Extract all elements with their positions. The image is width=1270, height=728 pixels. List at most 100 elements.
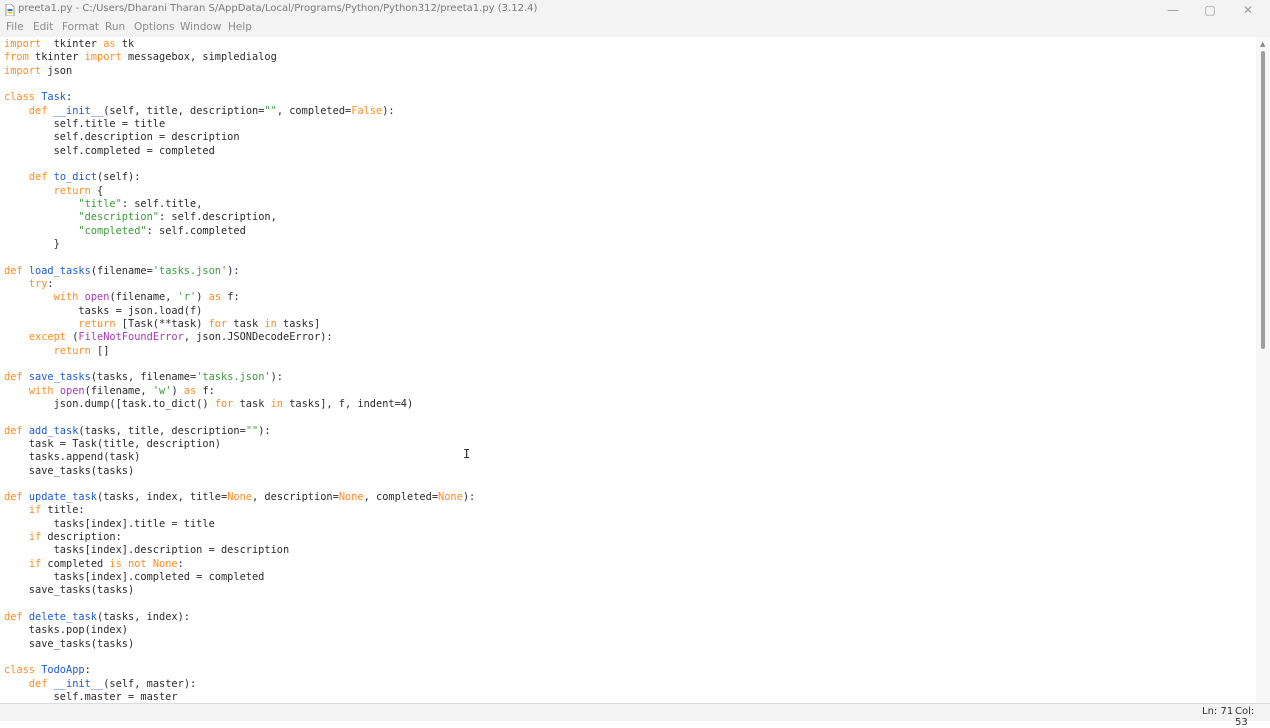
code-line[interactable]: try: (4, 278, 475, 291)
code-line[interactable]: def update_task(tasks, index, title=None… (4, 491, 475, 504)
code-line[interactable]: self.description = description (4, 131, 475, 144)
column-indicator: Col: 53 (1235, 706, 1255, 728)
code-line[interactable]: ​ (4, 358, 475, 371)
code-line[interactable]: def save_tasks(tasks, filename='tasks.js… (4, 371, 475, 384)
menu-file[interactable]: File (6, 21, 24, 33)
code-token: 'r' (177, 291, 197, 304)
minimize-button[interactable]: — (1154, 0, 1192, 20)
code-token: (tasks, index, title= (97, 491, 228, 504)
close-icon: ✕ (1242, 3, 1254, 17)
code-line[interactable]: tasks.append(task) (4, 451, 475, 464)
code-line[interactable]: ​ (4, 158, 475, 171)
close-button[interactable]: ✕ (1229, 0, 1267, 20)
menu-run[interactable]: Run (105, 21, 125, 33)
code-token: def (4, 611, 23, 624)
scrollbar-thumb[interactable] (1261, 51, 1265, 349)
vertical-scrollbar[interactable]: ▲ (1256, 37, 1270, 703)
code-line[interactable]: tasks[index].completed = completed (4, 571, 475, 584)
code-line[interactable]: class TodoApp: (4, 664, 475, 677)
code-token: def (4, 491, 23, 504)
code-line[interactable]: "title": self.title, (4, 198, 475, 211)
code-token: (tasks, filename= (90, 371, 197, 384)
code-line[interactable]: def __init__(self, title, description=""… (4, 105, 475, 118)
code-token: tasks[index].description = description (4, 544, 290, 557)
code-token: tkinter (41, 38, 104, 50)
code-line[interactable]: if completed is not None: (4, 558, 475, 571)
code-line[interactable]: return [Task(**task) for task in tasks] (4, 318, 475, 331)
code-line[interactable]: def __init__(self, master): (4, 678, 475, 691)
code-line[interactable]: with open(filename, 'w') as f: (4, 385, 475, 398)
code-line[interactable]: ​ (4, 598, 475, 611)
title-bar: preeta1.py - C:/Users/Dharani Tharan S/A… (0, 0, 1270, 20)
code-line[interactable]: json.dump([task.to_dict() for task in ta… (4, 398, 475, 411)
code-line[interactable]: import tkinter as tk (4, 38, 475, 51)
code-token: def (4, 264, 23, 277)
code-token: import (4, 64, 42, 77)
code-token: : self.title, (121, 197, 203, 210)
code-line[interactable]: } (4, 238, 475, 251)
code-line[interactable]: with open(filename, 'r') as f: (4, 291, 475, 304)
menu-edit[interactable]: Edit (33, 21, 53, 33)
code-token: ) (171, 384, 184, 397)
code-line[interactable]: self.title = title (4, 118, 475, 131)
code-token: (filename, (84, 384, 153, 397)
code-line[interactable]: self.completed = completed (4, 145, 475, 158)
code-line[interactable]: def to_dict(self): (4, 171, 475, 184)
code-line[interactable]: class Task: (4, 91, 475, 104)
code-line[interactable]: from tkinter import messagebox, simpledi… (4, 51, 475, 64)
code-line[interactable]: ​ (4, 478, 475, 491)
code-line[interactable]: if description: (4, 531, 475, 544)
code-line[interactable]: ​ (4, 251, 475, 264)
code-line[interactable]: def load_tasks(filename='tasks.json'): (4, 265, 475, 278)
menu-format[interactable]: Format (62, 21, 99, 33)
code-line[interactable]: save_tasks(tasks) (4, 584, 475, 597)
code-token: tkinter (28, 51, 85, 64)
code-token: for (214, 397, 234, 410)
menu-window[interactable]: Window (180, 21, 221, 33)
menu-help[interactable]: Help (228, 21, 252, 33)
code-line[interactable]: import json (4, 65, 475, 78)
maximize-button[interactable]: ▢ (1191, 0, 1229, 20)
code-token: tk (115, 38, 135, 50)
menu-options[interactable]: Options (134, 21, 175, 33)
code-line[interactable]: self.master = master (4, 691, 475, 703)
code-line[interactable]: tasks[index].description = description (4, 544, 475, 557)
code-token: f: (221, 291, 240, 304)
code-token: tasks] (276, 317, 321, 330)
code-token: as (103, 38, 116, 50)
code-line[interactable]: "description": self.description, (4, 211, 475, 224)
python-file-icon (5, 4, 15, 16)
window-title: preeta1.py - C:/Users/Dharani Tharan S/A… (18, 3, 538, 14)
code-token: load_tasks (28, 264, 91, 277)
scroll-up-arrow-icon[interactable]: ▲ (1260, 40, 1265, 48)
code-line[interactable]: except (FileNotFoundError, json.JSONDeco… (4, 331, 475, 344)
code-line[interactable]: save_tasks(tasks) (4, 638, 475, 651)
code-token: def (4, 424, 23, 437)
code-line[interactable]: return [] (4, 345, 475, 358)
code-line[interactable]: "completed": self.completed (4, 225, 475, 238)
code-line[interactable]: return { (4, 185, 475, 198)
code-line[interactable]: save_tasks(tasks) (4, 465, 475, 478)
code-line[interactable]: def add_task(tasks, title, description="… (4, 425, 475, 438)
code-text[interactable]: import tkinter as tk from tkinter import … (4, 38, 475, 703)
code-token: open (84, 291, 110, 304)
code-token: is not None (109, 557, 178, 570)
code-line[interactable]: task = Task(title, description) (4, 438, 475, 451)
code-editor[interactable]: import tkinter as tk from tkinter import … (0, 37, 1256, 703)
code-token: tasks = json.load(f) (4, 304, 203, 317)
code-token: in (270, 397, 283, 410)
code-line[interactable]: ​ (4, 78, 475, 91)
code-line[interactable]: def delete_task(tasks, index): (4, 611, 475, 624)
code-line[interactable]: tasks = json.load(f) (4, 305, 475, 318)
code-line[interactable]: ​ (4, 411, 475, 424)
code-line[interactable]: if title: (4, 504, 475, 517)
code-line[interactable]: tasks[index].title = title (4, 518, 475, 531)
code-line[interactable]: tasks.pop(index) (4, 624, 475, 637)
code-token: tasks[index].completed = completed (4, 571, 265, 584)
code-line[interactable]: ​ (4, 651, 475, 664)
line-indicator: Ln: 71 (1202, 706, 1234, 717)
